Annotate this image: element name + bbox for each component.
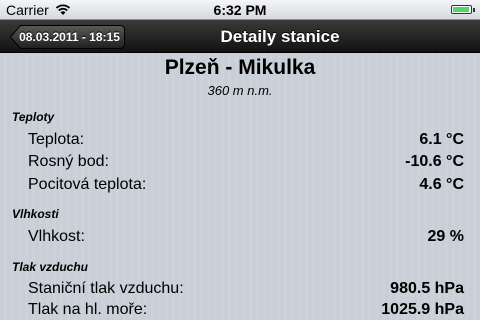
row-feels-like: Pocitová teplota: 4.6 °C [28,176,464,198]
row-label: Teplota: [28,131,85,148]
row-value: 980.5 hPa [390,280,464,297]
section-title-pressure: Tlak vzduchu [12,260,89,274]
row-sea-level-pressure: Tlak na hl. moře: 1025.9 hPa [28,301,464,320]
navigation-bar: 08.03.2011 - 18:15 Detaily stanice [0,20,480,53]
row-value: 29 % [427,228,464,245]
section-title-temperature: Teploty [12,110,55,124]
station-name: Plzeň - Mikulka [164,56,316,79]
row-dew-point: Rosný bod: -10.6 °C [28,153,464,175]
row-label: Rosný bod: [28,153,109,170]
status-bar: Carrier 6:32 PM [0,0,480,20]
row-value: 4.6 °C [419,176,464,193]
row-label: Vlhkost: [28,228,85,245]
row-value: -10.6 °C [405,153,464,170]
status-clock: 6:32 PM [213,2,267,18]
station-detail-view[interactable]: Plzeň - Mikulka 360 m n.m. Teploty Teplo… [0,53,480,320]
row-label: Pocitová teplota: [28,176,147,193]
section-title-humidity: Vlhkosti [12,207,59,221]
back-button[interactable]: 08.03.2011 - 18:15 [10,25,125,49]
row-temperature: Teplota: 6.1 °C [28,131,464,153]
row-value: 6.1 °C [419,131,464,148]
row-station-pressure: Staniční tlak vzduchu: 980.5 hPa [28,280,464,302]
row-humidity: Vlhkost: 29 % [28,228,464,250]
row-value: 1025.9 hPa [381,301,464,318]
back-button-label: 08.03.2011 - 18:15 [19,30,120,44]
station-altitude: 360 m n.m. [207,83,273,98]
row-label: Tlak na hl. moře: [28,301,148,318]
battery-icon [451,5,475,14]
page-title: Detaily stanice [220,27,340,46]
row-label: Staniční tlak vzduchu: [28,280,184,297]
